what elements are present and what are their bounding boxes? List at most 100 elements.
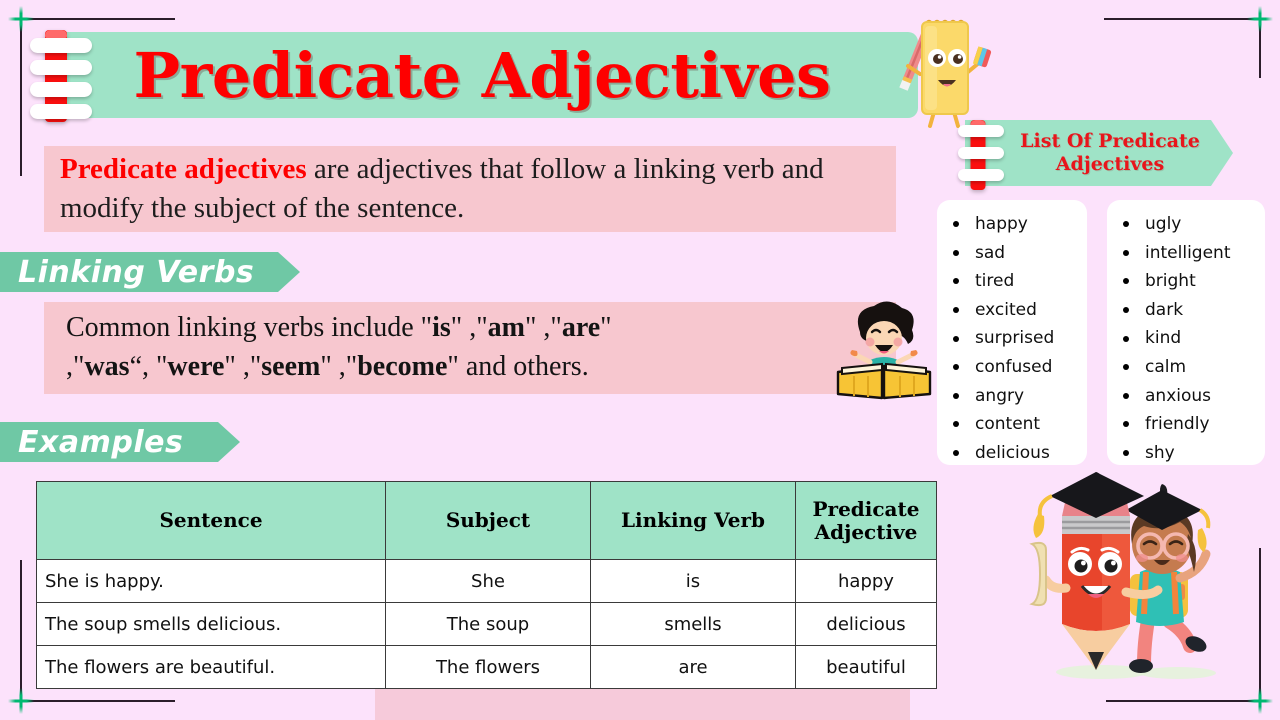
bullet-icon (953, 307, 959, 314)
bullet-icon (1123, 221, 1129, 228)
corner-line-top-left (20, 18, 175, 20)
adjective-label: ugly (1145, 214, 1182, 234)
examples-table: Sentence Subject Linking Verb Predicate … (36, 481, 937, 689)
adjective-label: surprised (975, 328, 1055, 349)
adjective-label: intelligent (1145, 242, 1231, 263)
spiral-clip-icon-list (958, 120, 1004, 190)
linking-verbs-box: Common linking verbs include "is " ," am " … (44, 302, 896, 394)
section-tag-examples-label: Examples (18, 424, 184, 460)
clip-ring (30, 38, 92, 53)
notepad-character-icon (899, 19, 992, 128)
list-panel-banner: List Of Predicate Adjectives (965, 120, 1233, 186)
bullet-icon (1123, 307, 1129, 314)
lv-verb-are: are (561, 312, 601, 344)
lv-sep5: " ," (320, 351, 358, 382)
child-reading-book-icon (836, 301, 932, 400)
adjective-list-right: ugly intelligent bright dark kind calm anxious… (1117, 210, 1257, 467)
adjective-label: shy (1145, 442, 1175, 463)
section-tag-linking-verbs: Linking Verbs (0, 252, 300, 292)
lv-verb-is: is (432, 312, 451, 344)
adjective-label: delicious (975, 442, 1050, 463)
poster-canvas: Predicate Adjectives Predicate adjective… (0, 0, 1280, 720)
cell-subject: She (385, 559, 591, 603)
clip-ring (30, 82, 92, 97)
bullet-icon (953, 335, 959, 342)
list-panel-title-line2: Adjectives (1055, 153, 1165, 175)
adjective-label: content (975, 414, 1041, 435)
adjective-list-item: content (947, 410, 1079, 439)
bullet-icon (953, 364, 959, 371)
page-title: Predicate Adjectives (133, 38, 831, 112)
bullet-icon (953, 450, 959, 457)
adjective-list-item: dark (1117, 296, 1257, 325)
lv-pre2: ," (66, 351, 85, 382)
adjective-label: happy (975, 214, 1028, 234)
lv-sep3: “, " (129, 351, 168, 382)
lv-sep4: " ," (224, 351, 262, 382)
cell-predicate-adjective: beautiful (795, 645, 937, 689)
definition-box: Predicate adjectives are adjectives that… (44, 146, 896, 232)
adjective-list-item: shy (1117, 439, 1257, 468)
table-header-row: Sentence Subject Linking Verb Predicate … (36, 481, 937, 560)
adjective-list-left: happy sad tired excited surprised confused ang… (947, 210, 1079, 467)
four-point-star-icon-bottom-left (8, 688, 34, 714)
lv-end1: " (600, 312, 612, 344)
adjective-list-item: sad (947, 239, 1079, 268)
bullet-icon (953, 392, 959, 399)
adjective-list-item: intelligent (1117, 239, 1257, 268)
examples-table-wrapper: Sentence Subject Linking Verb Predicate … (36, 481, 937, 689)
bullet-icon (1123, 421, 1129, 428)
cell-linking-verb: is (590, 559, 796, 603)
four-point-star-icon-top-right (1247, 6, 1273, 32)
bullet-icon (953, 249, 959, 256)
list-panel-title: List Of Predicate Adjectives (998, 130, 1200, 176)
clip-ring (30, 104, 92, 119)
adjective-label: angry (975, 385, 1025, 406)
adjective-list-item: delicious (947, 439, 1079, 468)
adjective-list-item: confused (947, 353, 1079, 382)
bullet-icon (1123, 392, 1129, 399)
definition-text: Predicate adjectives are adjectives that… (44, 150, 896, 227)
spiral-clip-icon-title (30, 30, 92, 122)
table-body: She is happy. She is happy The soup smells d… (36, 559, 937, 689)
definition-highlight: Predicate adjectives (60, 153, 307, 186)
section-tag-linking-verbs-label: Linking Verbs (18, 254, 255, 290)
cell-linking-verb: are (590, 645, 796, 689)
cell-subject: The soup (385, 602, 591, 646)
lv-verb-become: become (357, 351, 448, 382)
table-row: She is happy. She is happy (36, 559, 937, 603)
cell-predicate-adjective: happy (795, 559, 937, 603)
corner-line-left-lower-vertical (20, 560, 22, 702)
adjective-list-item: happy (947, 210, 1079, 239)
corner-line-top-right (1104, 18, 1261, 20)
corner-line-bottom-right (1106, 700, 1261, 702)
four-point-star-icon-top-left (8, 6, 34, 32)
bullet-icon (953, 421, 959, 428)
lv-verb-were: were (167, 351, 225, 382)
title-banner: Predicate Adjectives (46, 32, 918, 118)
adjective-list-card-right: ugly intelligent bright dark kind calm anxious… (1107, 200, 1265, 465)
bullet-icon (953, 221, 959, 228)
table-row: The soup smells delicious. The soup smells… (36, 602, 937, 646)
lv-verb-am: am (487, 312, 525, 344)
adjective-label: calm (1145, 356, 1187, 377)
adjective-list-card-left: happy sad tired excited surprised confused ang… (937, 200, 1087, 465)
adjective-list-item: surprised (947, 324, 1079, 353)
adjective-list-item: ugly (1117, 210, 1257, 239)
bullet-icon (1123, 249, 1129, 256)
lv-verb-seem: seem (261, 351, 321, 382)
adjective-label: sad (975, 242, 1006, 263)
bullet-icon (1123, 278, 1129, 285)
bullet-icon (1123, 364, 1129, 371)
adjective-label: confused (975, 356, 1053, 377)
adjective-list-item: angry (947, 382, 1079, 411)
clip-ring (958, 169, 1004, 181)
lv-pre: Common linking verbs include " (66, 312, 433, 344)
cell-sentence: She is happy. (36, 559, 386, 603)
table-header-predicate-adjective: Predicate Adjective (795, 481, 937, 560)
adjective-list-item: calm (1117, 353, 1257, 382)
adjective-list-item: anxious (1117, 382, 1257, 411)
adjective-label: tired (975, 271, 1015, 292)
adjective-label: anxious (1145, 385, 1212, 406)
cell-predicate-adjective: delicious (795, 602, 937, 646)
